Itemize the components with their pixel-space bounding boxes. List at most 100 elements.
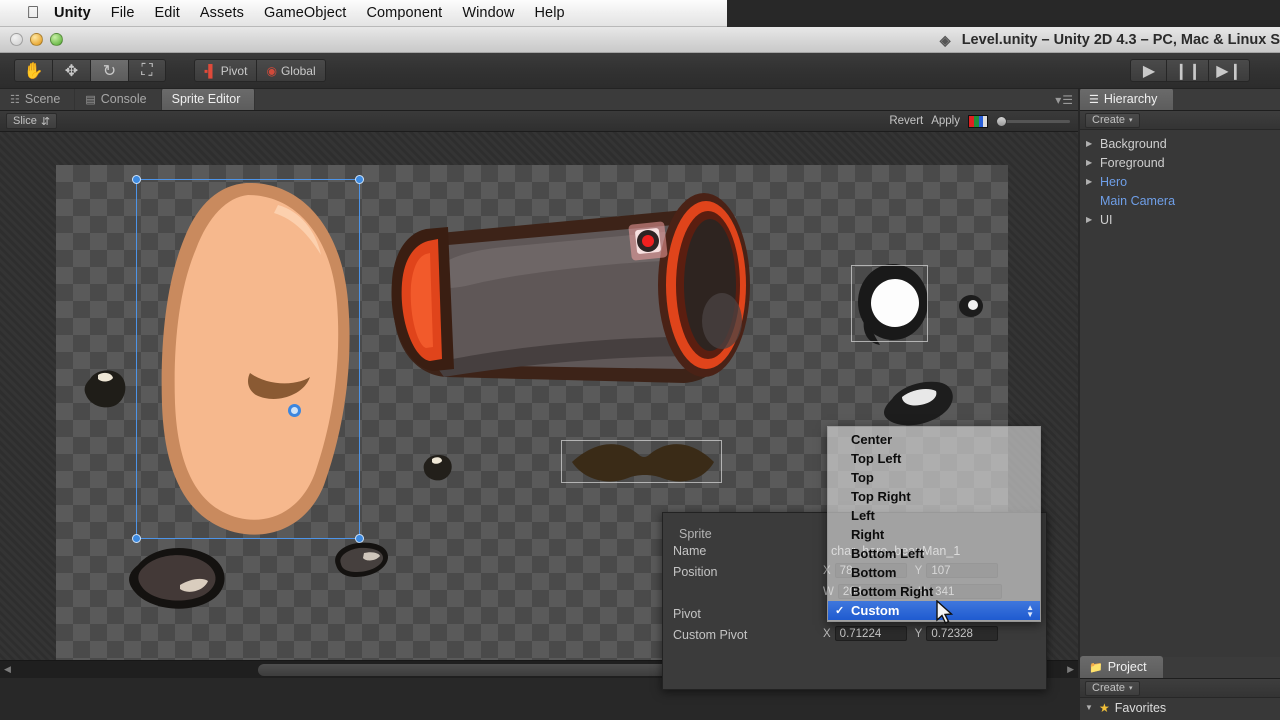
slice-dropdown-button[interactable]: Slice ⇵ [6,113,57,129]
dropdown-item-bottom[interactable]: Bottom [828,563,1040,582]
hierarchy-item-label: Background [1100,137,1167,151]
disclosure-triangle-icon[interactable]: ▶ [1086,158,1095,167]
dropdown-item-bottom-left[interactable]: Bottom Left [828,544,1040,563]
zoom-button[interactable] [50,33,63,46]
project-favorites-row[interactable]: ▼ ★ Favorites [1080,698,1280,717]
console-icon: ▤ [85,93,95,106]
sprite-position-label: Position [673,565,793,579]
apple-logo-icon[interactable]:  [22,4,44,21]
rotate-tool-button[interactable]: ↻ [90,59,128,82]
menu-gameobject[interactable]: GameObject [254,0,356,27]
sprite-box-eye-large[interactable] [851,265,928,342]
hierarchy-create-button[interactable]: Create ▾ [1085,113,1140,128]
menu-component[interactable]: Component [356,0,452,27]
hierarchy-tree[interactable]: ▶ Background ▶ Foreground ▶ Hero ▶ Main … [1080,130,1280,229]
hierarchy-item-main-camera[interactable]: ▶ Main Camera [1080,191,1280,210]
play-icon: ▶ [1143,61,1155,81]
close-button[interactable] [10,33,23,46]
tab-hierarchy[interactable]: ☰ Hierarchy [1080,88,1173,110]
hierarchy-item-ui[interactable]: ▶ UI [1080,210,1280,229]
dropdown-item-top-left[interactable]: Top Left [828,449,1040,468]
tab-project-label: Project [1108,660,1147,674]
sprite-eye-wink[interactable] [876,377,958,431]
zoom-slider-knob[interactable] [996,116,1007,127]
os-menu-bar:  Unity File Edit Assets GameObject Comp… [0,0,727,27]
tab-console-label: Console [101,92,147,106]
hierarchy-item-background[interactable]: ▶ Background [1080,134,1280,153]
tab-sprite-editor[interactable]: Sprite Editor [162,88,256,110]
unity-toolbar: ✋ ✥ ↻ ⛶ ▪▌ Pivot ◉ Global ▶ ❙❙ ▶❙ [0,53,1280,89]
pivot-mode-group: ▪▌ Pivot ◉ Global [194,59,326,82]
dropdown-item-top[interactable]: Top [828,468,1040,487]
menu-unity[interactable]: Unity [44,0,101,27]
window-traffic-lights [10,33,63,46]
sprite-bean-dark-large[interactable] [124,543,234,611]
list-icon: ☰ [1089,93,1099,106]
custom-pivot-x-field[interactable]: 0.71224 [835,626,907,641]
global-toggle-button[interactable]: ◉ Global [256,59,325,82]
transform-tools-group: ✋ ✥ ↻ ⛶ [14,59,166,82]
menu-window[interactable]: Window [452,0,524,27]
pivot-dropdown-menu[interactable]: Center Top Left Top Top Right Left Right… [827,426,1041,622]
tab-options-icon[interactable]: ▾☰ [1055,93,1074,107]
sprite-eye-small[interactable] [958,293,984,319]
mouse-cursor-icon [936,600,954,626]
cp-x-axis-label: X [823,628,831,640]
pause-button[interactable]: ❙❙ [1166,59,1208,82]
disclosure-triangle-icon[interactable]: ▶ [1086,139,1095,148]
menu-edit[interactable]: Edit [145,0,190,27]
dropdown-item-center[interactable]: Center [828,430,1040,449]
folder-icon: 📁 [1089,661,1103,674]
hierarchy-item-foreground[interactable]: ▶ Foreground [1080,153,1280,172]
hand-tool-button[interactable]: ✋ [14,59,52,82]
project-create-bar: Create ▾ [1080,679,1280,698]
dropdown-item-left[interactable]: Left [828,506,1040,525]
dropdown-item-right[interactable]: Right [828,525,1040,544]
disclosure-triangle-icon[interactable]: ▶ [1086,177,1095,186]
zoom-slider[interactable] [996,115,1070,128]
play-button[interactable]: ▶ [1130,59,1166,82]
menu-assets[interactable]: Assets [190,0,254,27]
scale-icon: ⛶ [141,62,152,80]
apply-button[interactable]: Apply [931,115,960,127]
tab-scene[interactable]: ☷ Scene [0,88,75,110]
sprite-bean-dark-pill[interactable] [328,539,394,581]
revert-button[interactable]: Revert [889,115,923,127]
scroll-right-arrow-icon[interactable]: ▶ [1067,664,1074,675]
minimize-button[interactable] [30,33,43,46]
menu-help[interactable]: Help [524,0,574,27]
sprite-bean-dark-small[interactable] [80,365,128,409]
sprite-bean-dark-tiny[interactable] [420,451,454,481]
globe-icon: ◉ [266,64,276,78]
pivot-toggle-button[interactable]: ▪▌ Pivot [194,59,256,82]
sprite-cannon[interactable] [374,177,778,389]
sprite-box-mustache[interactable] [561,440,722,483]
rotate-icon: ↻ [103,61,116,81]
sprite-hero-bean[interactable] [128,173,368,543]
project-favorites-label: Favorites [1115,701,1166,715]
custom-pivot-handle[interactable] [288,404,301,417]
move-tool-button[interactable]: ✥ [52,59,90,82]
menu-file[interactable]: File [101,0,145,27]
disclosure-triangle-icon[interactable]: ▶ [1086,215,1095,224]
custom-pivot-y-field[interactable]: 0.72328 [926,626,998,641]
slice-label: Slice [13,115,37,127]
dropdown-item-custom[interactable]: ✓ Custom ▲▼ [828,601,1040,620]
chevron-updown-icon: ▲▼ [1026,604,1034,618]
scroll-left-arrow-icon[interactable]: ◀ [4,664,11,675]
hierarchy-create-bar: Create ▾ [1080,111,1280,130]
window-title-text: Level.unity – Unity 2D 4.3 – PC, Mac & L… [962,32,1280,48]
hierarchy-item-label: Main Camera [1100,194,1175,208]
project-create-button[interactable]: Create ▾ [1085,681,1140,696]
step-button[interactable]: ▶❙ [1208,59,1250,82]
hierarchy-item-hero[interactable]: ▶ Hero [1080,172,1280,191]
dropdown-item-bottom-right[interactable]: Bottom Right [828,582,1040,601]
rgb-channels-icon[interactable] [968,115,988,128]
tab-console[interactable]: ▤ Console [75,88,161,110]
tab-sprite-editor-label: Sprite Editor [172,92,241,106]
scale-tool-button[interactable]: ⛶ [128,59,166,82]
tab-project[interactable]: 📁 Project [1080,656,1163,678]
disclosure-triangle-icon[interactable]: ▼ [1085,703,1094,712]
dropdown-item-top-right[interactable]: Top Right [828,487,1040,506]
chevron-updown-icon: ⇵ [41,115,50,128]
